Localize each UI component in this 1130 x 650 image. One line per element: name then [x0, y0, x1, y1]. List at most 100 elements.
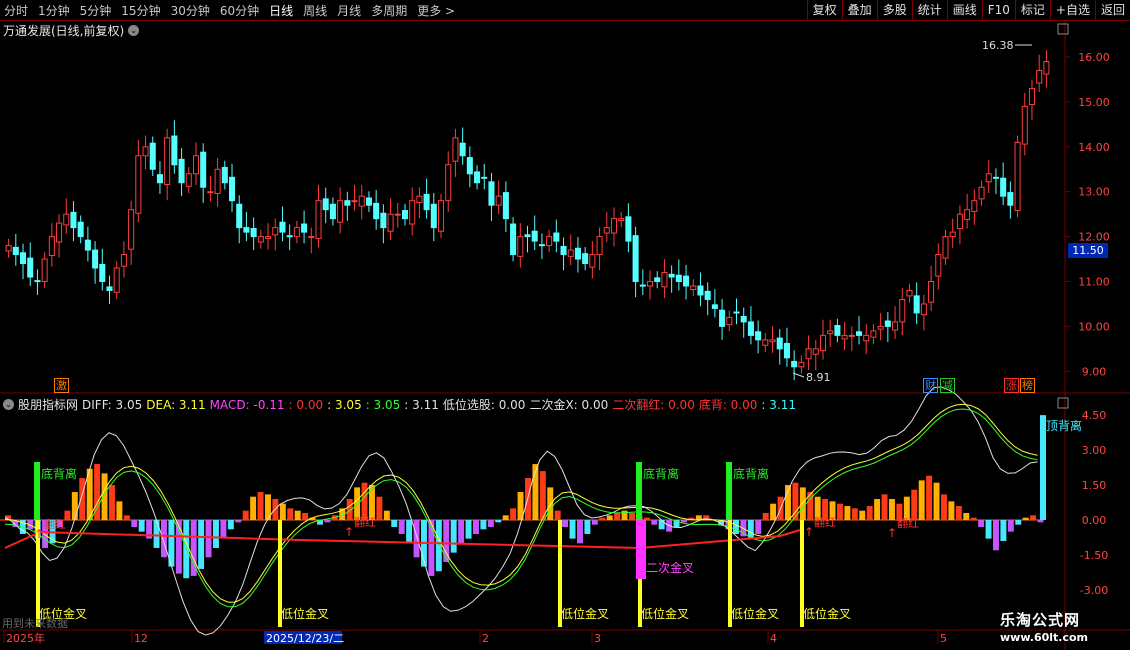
high-price-label: 16.38: [982, 39, 1014, 52]
candle-body: [293, 227, 300, 238]
candle-body: [185, 173, 192, 187]
candle-body: [574, 247, 581, 260]
price-tick: 15.00: [1078, 96, 1110, 109]
kline-chart[interactable]: 16.00 15.00 14.00 13.00 12.00 11.00 10.00 9.00 1…: [0, 0, 1130, 650]
candle-body: [863, 334, 870, 342]
candle-body: [812, 348, 819, 355]
candle-body: [12, 246, 19, 256]
price-tick: 11.00: [1078, 276, 1110, 289]
candle-body: [34, 280, 41, 283]
candle-body: [106, 286, 113, 291]
histogram-bar: [287, 508, 294, 520]
histogram-bar: [577, 520, 583, 544]
candle-body: [791, 360, 798, 368]
candle-body: [1021, 105, 1028, 145]
candle-body: [906, 289, 913, 297]
candle-body: [430, 203, 437, 229]
candle-body: [358, 195, 365, 207]
candle-body: [805, 348, 812, 360]
event-tag[interactable]: 榜: [1020, 378, 1035, 393]
histogram-bar: [643, 517, 650, 520]
histogram-bar: [926, 475, 933, 520]
candle-body: [870, 330, 877, 338]
bottom-divergence-label: 底背离: [41, 466, 77, 481]
candle-body: [236, 203, 243, 229]
candle-body: [437, 200, 445, 232]
candle-body: [668, 273, 675, 278]
candle-body: [322, 198, 329, 211]
histogram-bar: [116, 501, 123, 520]
candle-body: [445, 164, 452, 202]
candle-body: [41, 258, 48, 282]
bottom-divergence-bar: [636, 462, 642, 520]
histogram-bar: [874, 499, 881, 520]
price-tick: 13.00: [1078, 186, 1110, 199]
flip-red-label: 翻红: [897, 516, 919, 530]
price-tick: 10.00: [1078, 320, 1110, 333]
event-tag[interactable]: 涨: [1004, 378, 1019, 393]
histogram-bar: [562, 520, 569, 527]
candle-body: [387, 213, 394, 232]
histogram-bar: [131, 520, 138, 527]
indicator-tick: -1.50: [1080, 549, 1108, 562]
histogram-bar: [889, 499, 895, 520]
histogram-bar: [629, 513, 635, 520]
candle-body: [380, 212, 387, 229]
bottom-divergence-label: 底背离: [643, 466, 679, 481]
candle-body: [243, 227, 250, 233]
indicator-tick: 3.00: [1082, 444, 1107, 457]
candle-body: [77, 221, 84, 238]
candle-body: [459, 142, 466, 157]
histogram-bar: [235, 520, 242, 523]
bottom-divergence-bar: [726, 462, 732, 520]
candle-body: [978, 186, 985, 200]
candle-body: [192, 155, 200, 175]
event-tag[interactable]: 激: [54, 378, 69, 393]
candle-body: [394, 213, 401, 216]
low-cross-label: 低位金叉: [281, 606, 329, 621]
histogram-bar: [250, 496, 257, 520]
histogram-bar: [948, 501, 955, 520]
histogram-bar: [279, 503, 286, 520]
histogram-bar: [591, 520, 598, 525]
histogram-bar: [844, 506, 851, 520]
histogram-bar: [450, 520, 457, 553]
candle-body: [646, 281, 654, 287]
histogram-bar: [837, 503, 843, 520]
candle-body: [567, 249, 574, 257]
histogram-bar: [502, 515, 509, 520]
histogram-bar: [614, 513, 621, 520]
event-tag[interactable]: 财: [923, 378, 938, 393]
histogram-bar: [398, 520, 405, 534]
date-label: 4: [770, 632, 777, 645]
candle-body: [257, 236, 264, 243]
candle-body: [726, 316, 733, 326]
candle-body: [661, 272, 668, 288]
histogram-bar: [1037, 520, 1044, 523]
flip-arrow-icon: ↑: [804, 525, 814, 539]
histogram-bar: [1007, 520, 1014, 532]
candle-body: [113, 267, 120, 293]
histogram-bar: [257, 492, 264, 520]
flip-red-label: 翻红: [814, 515, 836, 529]
histogram-bar: [1030, 515, 1037, 520]
candle-body: [935, 254, 942, 277]
candle-body: [762, 339, 769, 346]
event-tag[interactable]: 减: [940, 378, 955, 393]
candle-body: [409, 200, 416, 225]
candle-body: [524, 234, 531, 238]
histogram-bar: [1000, 520, 1007, 541]
top-divergence-label: 顶背离: [1046, 418, 1082, 433]
candle-body: [142, 146, 149, 157]
candle-body: [704, 290, 711, 300]
histogram-bar: [569, 520, 576, 539]
candle-body: [632, 235, 639, 282]
price-tick: 9.00: [1082, 365, 1107, 378]
candle-body: [474, 171, 481, 184]
candle-body: [769, 339, 776, 343]
histogram-bar: [918, 480, 925, 520]
low-cross-label: 低位金叉: [641, 606, 689, 621]
histogram-bar: [435, 520, 442, 572]
candle-body: [683, 275, 690, 287]
histogram-bar: [495, 520, 502, 523]
